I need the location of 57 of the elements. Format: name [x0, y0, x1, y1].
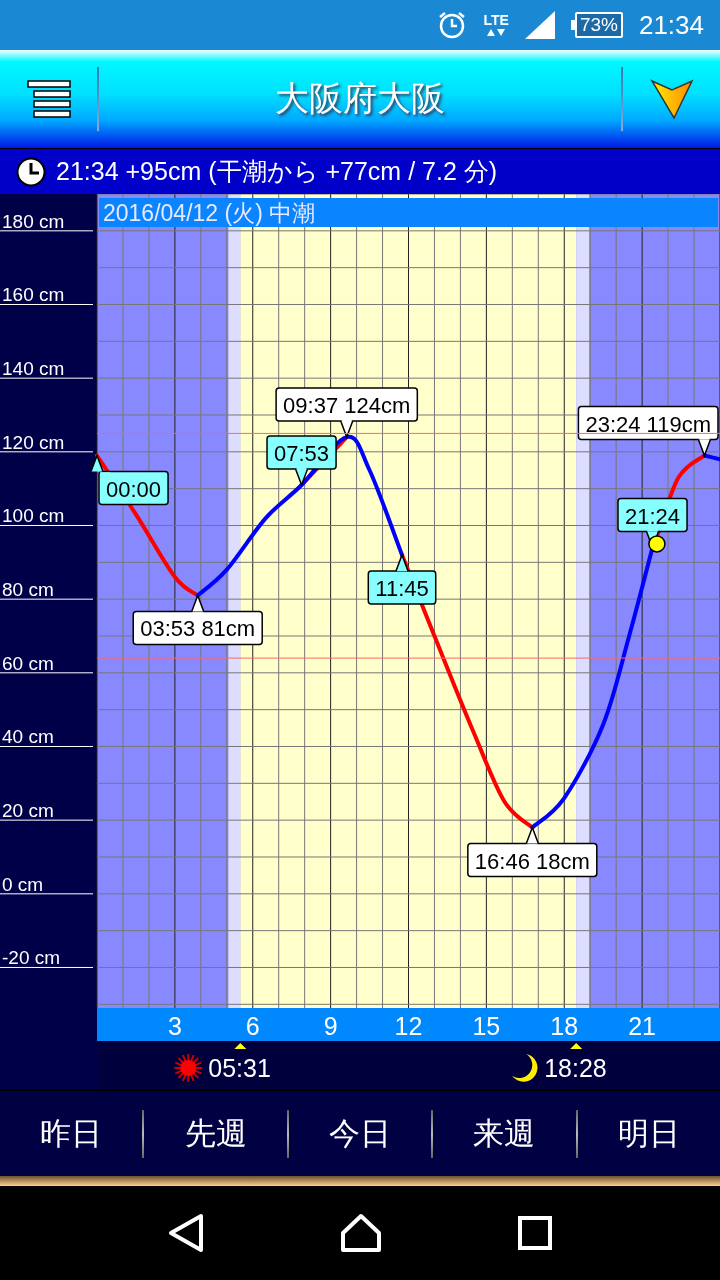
time-label: 11:45	[367, 552, 437, 605]
axis-label: 6	[245, 1012, 260, 1040]
axis-label: 0 cm	[2, 873, 44, 895]
axis-label: 100 cm	[2, 505, 65, 527]
extreme-label: 16:46 18cm	[467, 825, 598, 878]
time-label: 00:00	[90, 453, 169, 506]
recents-icon[interactable]	[518, 1216, 552, 1250]
extreme-label: 09:37 124cm	[275, 387, 419, 440]
time-label: 07:53	[266, 435, 337, 488]
axis-label: 40 cm	[2, 726, 54, 748]
annotation: 00:00	[106, 476, 162, 502]
axis-label: 180 cm	[2, 210, 65, 232]
day-button[interactable]: 先週	[144, 1091, 287, 1176]
location-title: 大阪府大阪	[274, 78, 446, 119]
day-button[interactable]: 昨日	[0, 1091, 143, 1176]
annotation: 09:37 124cm	[283, 393, 411, 419]
axis-label: 20 cm	[2, 800, 54, 822]
annotation: 23:24 119cm	[585, 411, 711, 437]
axis-label: 160 cm	[2, 284, 65, 306]
back-icon[interactable]	[168, 1213, 204, 1253]
axis-label: 12	[394, 1012, 423, 1040]
axis-label: 3	[167, 1012, 182, 1040]
annotation: 21:24	[624, 503, 681, 529]
axis-label: 80 cm	[2, 579, 54, 601]
home-icon[interactable]	[340, 1213, 382, 1253]
axis-label: 9	[323, 1012, 338, 1040]
annotation: 16:46 18cm	[474, 848, 590, 874]
time-marker	[570, 1043, 583, 1049]
day-button[interactable]: 明日	[577, 1091, 720, 1176]
day-button[interactable]: 来週	[433, 1091, 576, 1176]
axis-label: 15	[472, 1012, 501, 1040]
signal-icon	[524, 11, 555, 39]
moonrise-time: 18:28	[544, 1054, 607, 1082]
current-tide-text: 21:34 +95cm (干潮から +77cm / 7.2 分)	[56, 156, 498, 187]
network-label: LTE	[483, 13, 509, 27]
annotation: 11:45	[375, 575, 429, 601]
sun-icon	[173, 1053, 204, 1083]
axis-label: -20 cm	[2, 947, 61, 969]
annotation: 03:53 81cm	[140, 616, 256, 642]
extreme-label: 03:53 81cm	[132, 593, 263, 646]
axis-label: 60 cm	[2, 652, 54, 674]
moon-icon	[512, 1054, 538, 1082]
axis-label: 18	[550, 1012, 579, 1040]
axis-label: 21	[628, 1012, 657, 1040]
axis-label: 140 cm	[2, 358, 65, 380]
axis-label: 120 cm	[2, 431, 65, 453]
annotation: 07:53	[274, 440, 330, 466]
day-button[interactable]: 今日	[288, 1091, 432, 1176]
triangle-icon	[649, 78, 694, 120]
time-marker	[234, 1043, 247, 1049]
chart-title: 2016/04/12 (火) 中潮	[103, 200, 316, 226]
clock-time: 21:34	[638, 9, 704, 41]
data-arrows-icon	[485, 27, 508, 37]
sunrise-time: 05:31	[208, 1054, 271, 1082]
clock-icon	[16, 156, 46, 187]
extreme-label: 23:24 119cm	[577, 405, 719, 458]
menu-icon	[26, 79, 71, 119]
